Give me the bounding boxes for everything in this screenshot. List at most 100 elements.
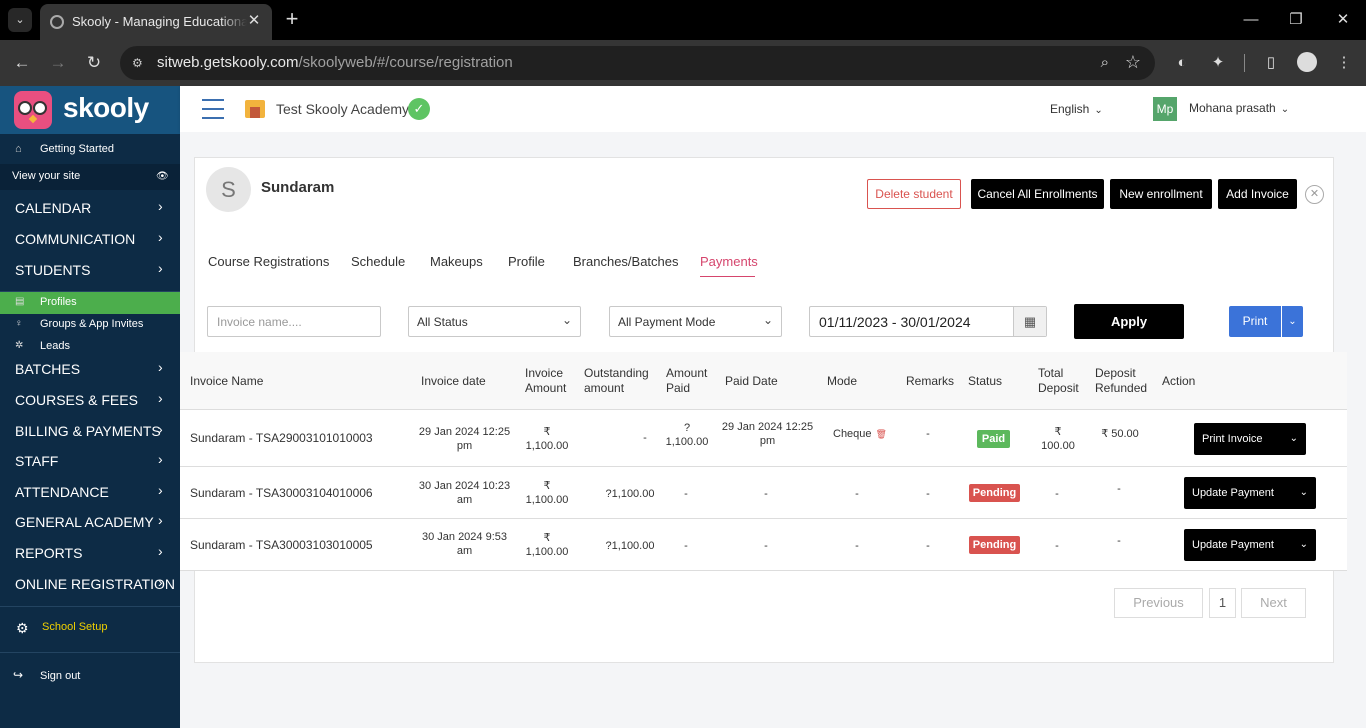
update-payment-button[interactable]: Update Payment ⌄ (1184, 529, 1316, 561)
sidebar-subitem-groups[interactable]: ♀ Groups & App Invites (0, 314, 180, 336)
chevron-down-icon: ⌄ (1094, 105, 1103, 116)
sidebar-item-staff[interactable]: STAFF › (0, 446, 180, 476)
tab-profile[interactable]: Profile (508, 254, 545, 269)
cell-invoice-name[interactable]: Sundaram - TSA30003103010005 (190, 538, 373, 552)
sidebar-item-billing-payments[interactable]: BILLING & PAYMENTS › (0, 416, 180, 446)
reload-icon[interactable]: ↻ (82, 51, 106, 75)
sidebar-item-reports[interactable]: REPORTS › (0, 538, 180, 568)
browser-menu-icon[interactable]: ⋮ (1333, 52, 1355, 74)
col-outstanding-amount: Outstanding amount (584, 366, 649, 395)
tab-payments[interactable]: Payments (700, 254, 758, 269)
bookmark-star-icon[interactable]: ☆ (1125, 52, 1141, 73)
chevron-right-icon: › (158, 482, 163, 498)
student-avatar: S (206, 167, 251, 212)
update-payment-label: Update Payment (1192, 539, 1274, 551)
sidebar-view-site[interactable]: View your site 👁 (0, 164, 180, 190)
sidebar-item-students[interactable]: STUDENTS › (0, 255, 180, 285)
chevron-down-icon: ⌄ (561, 313, 572, 327)
cell-paid-date: 29 Jan 2024 12:25 pm (721, 421, 814, 447)
status-select[interactable]: All Status ⌄ (408, 306, 581, 337)
print-button[interactable]: Print (1229, 306, 1281, 337)
forward-icon[interactable]: → (46, 51, 70, 75)
school-setup-label: School Setup (42, 621, 108, 633)
back-icon[interactable]: ← (10, 51, 34, 75)
address-bar[interactable]: ⚙ sitweb.getskooly.com/skoolyweb/#/cours… (120, 46, 1155, 80)
date-range-input[interactable]: 01/11/2023 - 30/01/2024 ▦ (809, 306, 1047, 337)
url-text[interactable]: sitweb.getskooly.com/skoolyweb/#/course/… (157, 54, 513, 71)
cell-paid-date: - (764, 540, 768, 552)
tab-schedule[interactable]: Schedule (351, 254, 405, 269)
sidebar-school-setup[interactable]: ⚙ School Setup (0, 613, 180, 643)
payment-mode-select[interactable]: All Payment Mode ⌄ (609, 306, 782, 337)
sidebar-item-label: ATTENDANCE (15, 484, 109, 500)
side-panel-icon[interactable]: ▯ (1260, 52, 1282, 74)
school-name[interactable]: Test Skooly Academy (276, 101, 409, 117)
gear-icon: ⚙ (16, 620, 29, 636)
tab-makeups[interactable]: Makeups (430, 254, 483, 269)
delete-student-button[interactable]: Delete student (867, 179, 961, 209)
browser-tab-bar: ⌄ Skooly - Managing Educational ✕ + — ❐ … (0, 0, 1366, 40)
pagination-previous-button[interactable]: Previous (1114, 588, 1203, 618)
trash-icon[interactable]: 🗑 (876, 429, 887, 439)
cell-invoice-name[interactable]: Sundaram - TSA30003104010006 (190, 486, 373, 500)
hamburger-menu-icon[interactable] (202, 99, 224, 119)
cell-invoice-amount: ₹ 1,100.00 (525, 426, 569, 452)
col-total-deposit: Total Deposit (1038, 366, 1079, 395)
subitem-label: Groups & App Invites (40, 318, 144, 330)
print-invoice-button[interactable]: Print Invoice ⌄ (1194, 423, 1306, 455)
calendar-icon[interactable]: ▦ (1013, 307, 1046, 336)
cell-remarks: - (926, 540, 930, 552)
sidebar-item-calendar[interactable]: CALENDAR › (0, 193, 180, 223)
user-menu[interactable]: Mohana prasath ⌄ (1189, 101, 1289, 115)
tab-search-icon[interactable]: ⌄ (8, 8, 32, 32)
invoice-name-input[interactable]: Invoice name.... (207, 306, 381, 337)
table-row: Sundaram - TSA30003103010005 30 Jan 2024… (180, 519, 1347, 571)
cancel-all-enrollments-button[interactable]: Cancel All Enrollments (971, 179, 1104, 209)
cell-invoice-name[interactable]: Sundaram - TSA29003101010003 (190, 431, 373, 445)
window-close-icon[interactable]: ✕ (1331, 9, 1355, 31)
sidebar-getting-started[interactable]: ⌂ Getting Started (0, 143, 180, 159)
restore-icon[interactable]: ❐ (1284, 9, 1308, 31)
extension-shield-icon[interactable]: ◐ (1171, 52, 1193, 74)
site-settings-icon[interactable]: ⚙ (132, 56, 148, 70)
new-tab-icon[interactable]: + (280, 8, 304, 32)
sidebar-sign-out[interactable]: ↪ Sign out (0, 664, 180, 690)
tab-branches-batches[interactable]: Branches/Batches (573, 254, 679, 269)
sidebar-item-communication[interactable]: COMMUNICATION › (0, 224, 180, 254)
print-dropdown-chevron-icon[interactable]: ⌄ (1282, 306, 1303, 337)
tab-course-registrations[interactable]: Course Registrations (208, 254, 329, 269)
sidebar-item-general-academy[interactable]: GENERAL ACADEMY › (0, 507, 180, 537)
new-enrollment-button[interactable]: New enrollment (1110, 179, 1212, 209)
col-action: Action (1162, 373, 1196, 388)
col-remarks: Remarks (906, 373, 955, 388)
status-badge: Pending (969, 484, 1020, 502)
pagination-page-1[interactable]: 1 (1209, 588, 1236, 618)
user-avatar[interactable]: Mp (1153, 97, 1177, 121)
minimize-icon[interactable]: — (1239, 9, 1263, 31)
col-invoice-date: Invoice date (421, 373, 486, 388)
chevron-right-icon: › (158, 359, 163, 375)
add-invoice-button[interactable]: Add Invoice (1218, 179, 1297, 209)
sidebar-item-online-registration[interactable]: ONLINE REGISTRATION › (0, 569, 180, 599)
sidebar-item-courses-fees[interactable]: COURSES & FEES › (0, 385, 180, 415)
browser-tab[interactable]: Skooly - Managing Educational ✕ (40, 4, 272, 40)
cell-paid-date: - (764, 488, 768, 500)
zoom-icon[interactable]: ⌕ (1101, 54, 1109, 71)
browser-profile-icon[interactable] (1297, 52, 1317, 72)
sidebar-item-attendance[interactable]: ATTENDANCE › (0, 477, 180, 507)
sidebar-subitem-profiles[interactable]: ▤ Profiles (0, 292, 180, 314)
col-invoice-name: Invoice Name (190, 373, 264, 388)
language-selector[interactable]: English ⌄ (1050, 102, 1103, 116)
chevron-right-icon: › (158, 543, 163, 559)
sidebar-logo[interactable]: skooly (0, 86, 180, 134)
toolbar-divider (1244, 54, 1245, 72)
close-icon[interactable]: ✕ (1305, 185, 1324, 204)
cell-outstanding: - (643, 432, 647, 444)
update-payment-button[interactable]: Update Payment ⌄ (1184, 477, 1316, 509)
apply-button[interactable]: Apply (1074, 304, 1184, 339)
view-site-label: View your site (12, 170, 81, 182)
pagination-next-button[interactable]: Next (1241, 588, 1306, 618)
extensions-puzzle-icon[interactable]: ✦ (1207, 52, 1229, 74)
sidebar-item-batches[interactable]: BATCHES › (0, 354, 180, 384)
tab-close-icon[interactable]: ✕ (244, 11, 264, 31)
